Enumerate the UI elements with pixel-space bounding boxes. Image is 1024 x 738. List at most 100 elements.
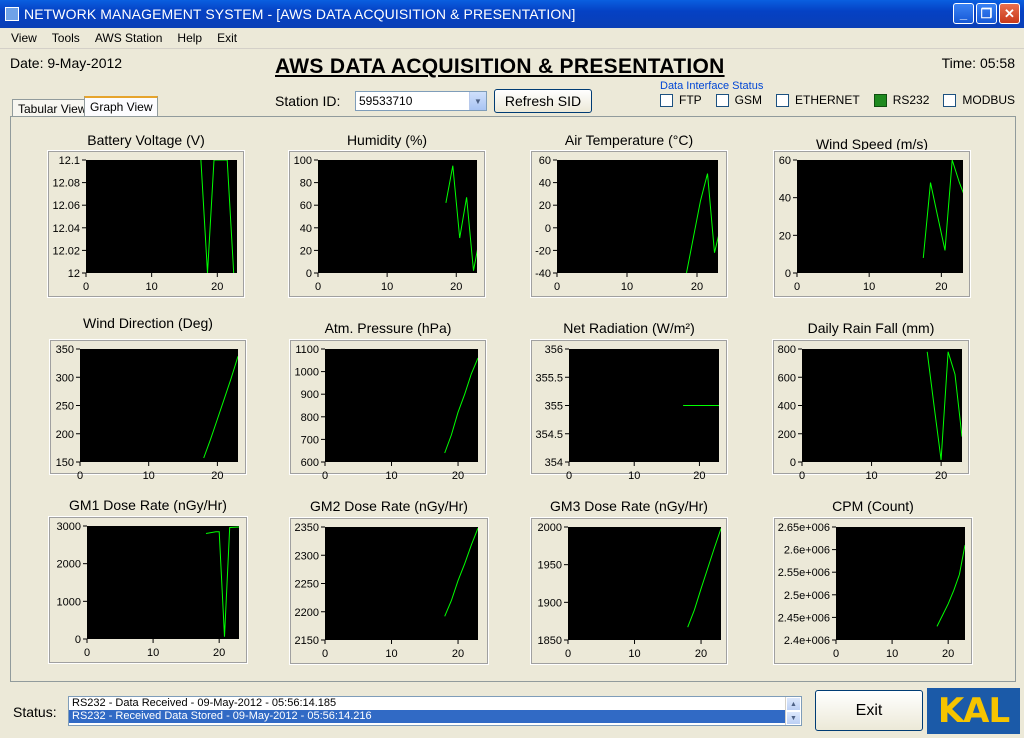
chart-0: Battery Voltage (V) 12.1 12.08 12.06 12.04 12…	[47, 128, 245, 298]
iface-modbus[interactable]: MODBUS	[943, 93, 1015, 107]
chart-3: Wind Speed (m/s) 60 40 20 0 0 10 20	[773, 132, 971, 298]
x-tick-label: 20	[452, 648, 464, 660]
y-tick-label: 2.45e+006	[778, 612, 830, 624]
x-tick-label: 0	[565, 648, 571, 660]
chart-plot: 350 300 250 200 1500 10 20	[49, 339, 247, 482]
app-icon	[5, 7, 19, 21]
x-tick-label: 10	[385, 648, 397, 660]
refresh-sid-button[interactable]: Refresh SID	[494, 89, 592, 113]
scroll-down-icon[interactable]: ▼	[786, 711, 801, 725]
y-tick-label: 354	[545, 457, 563, 469]
close-button[interactable]: ✕	[999, 3, 1020, 24]
y-tick-label: 600	[778, 372, 796, 384]
checkbox-ethernet[interactable]	[776, 93, 790, 107]
scroll-up-icon[interactable]: ▲	[786, 697, 801, 711]
menu-help[interactable]: Help	[169, 31, 209, 45]
x-tick-label: 10	[381, 281, 393, 293]
tab-tabular-view[interactable]: Tabular View	[12, 99, 93, 116]
chart-6: Net Radiation (W/m²) 356 355.5 355 354.5 354 0…	[530, 318, 728, 482]
plot-area	[568, 527, 721, 640]
y-tick-label: 2.65e+006	[778, 522, 830, 534]
chart-plot: 356 355.5 355 354.5 3540 10 20	[530, 339, 728, 482]
x-tick-label: 0	[84, 647, 90, 659]
chart-plot: 6040200-20-400 10 20	[530, 150, 728, 298]
date-label: Date: 9-May-2012	[10, 55, 123, 71]
y-tick-label: 100	[294, 155, 312, 167]
menu-tools[interactable]: Tools	[44, 31, 87, 45]
x-tick-label: 0	[566, 470, 572, 482]
chart-8: GM1 Dose Rate (nGy/Hr) 3000 2000 1000 0 0 10 20	[48, 495, 248, 664]
y-tick-label: 1850	[538, 635, 562, 647]
status-line-selected[interactable]: RS232 - Received Data Stored - 09-May-20…	[69, 710, 801, 723]
minimize-button[interactable]: _	[953, 3, 974, 24]
y-tick-label: 40	[779, 193, 791, 205]
chart-4: Wind Direction (Deg) 350 300 250 200 150 0 10 20	[49, 313, 247, 482]
restore-button[interactable]: ❐	[976, 3, 997, 24]
chart-1: Humidity (%) 100 80 60 40 20 0 0 10 20	[288, 128, 486, 298]
y-tick-label: 0	[545, 223, 551, 235]
y-tick-label: 900	[301, 389, 319, 401]
interface-status-group: FTP GSM ETHERNET RS232 MODBUS	[660, 93, 1024, 107]
iface-gsm[interactable]: GSM	[715, 93, 763, 107]
status-scrollbar[interactable]: ▲ ▼	[785, 697, 801, 725]
chart-plot: 2350 2300 2250 2200 21500 10 20	[289, 517, 489, 665]
x-tick-label: 10	[385, 470, 397, 482]
iface-gsm-label: GSM	[734, 93, 763, 107]
kal-logo: KAL	[927, 688, 1020, 734]
y-tick-label: 1000	[295, 367, 319, 379]
plot-area	[802, 349, 962, 462]
iface-ftp[interactable]: FTP	[660, 93, 702, 107]
y-tick-label: 2.6e+006	[784, 545, 830, 557]
interface-status-caption: Data Interface Status	[660, 80, 764, 92]
checkbox-rs232[interactable]	[873, 93, 887, 107]
chevron-down-icon[interactable]: ▼	[469, 92, 486, 110]
y-tick-label: 20	[300, 245, 312, 257]
checkbox-gsm[interactable]	[715, 93, 729, 107]
page-title: AWS DATA ACQUISITION & PRESENTATION	[275, 55, 725, 78]
x-tick-label: 20	[213, 647, 225, 659]
status-list[interactable]: RS232 - Data Received - 09-May-2012 - 05…	[68, 696, 802, 726]
y-tick-label: 800	[778, 344, 796, 356]
exit-button[interactable]: Exit	[815, 690, 923, 731]
iface-ethernet[interactable]: ETHERNET	[776, 93, 860, 107]
iface-modbus-label: MODBUS	[962, 93, 1016, 107]
y-tick-label: 2250	[295, 579, 319, 591]
x-tick-label: 0	[315, 281, 321, 293]
menu-exit[interactable]: Exit	[209, 31, 244, 45]
checkbox-modbus[interactable]	[943, 93, 957, 107]
x-tick-label: 10	[143, 470, 155, 482]
y-tick-label: 2000	[57, 559, 81, 571]
status-line[interactable]: RS232 - Data Received - 09-May-2012 - 05…	[69, 697, 801, 710]
y-tick-label: 12.1	[59, 155, 80, 167]
chart-plot: 3000 2000 1000 00 10 20	[48, 516, 248, 664]
x-tick-label: 20	[450, 281, 462, 293]
y-tick-label: 12	[68, 268, 80, 280]
y-tick-label: 600	[301, 457, 319, 469]
y-tick-label: 2150	[295, 635, 319, 647]
iface-ftp-label: FTP	[679, 93, 702, 107]
chart-7: Daily Rain Fall (mm) 800 600 400 200 0 0 10 20	[772, 318, 970, 482]
chart-5: Atm. Pressure (hPa) 1100 1000 900 800 700 600 0…	[289, 318, 487, 482]
menu-aws-station[interactable]: AWS Station	[87, 31, 170, 45]
x-tick-label: 0	[833, 648, 839, 660]
plot-area	[325, 527, 478, 640]
y-tick-label: 2.55e+006	[778, 567, 830, 579]
iface-rs232[interactable]: RS232	[873, 93, 929, 107]
y-tick-label: 400	[778, 401, 796, 413]
y-tick-label: 3000	[57, 521, 81, 533]
y-tick-label: -20	[535, 245, 551, 257]
y-tick-label: 60	[539, 155, 551, 167]
plot-area	[86, 160, 237, 273]
plot-area	[557, 160, 718, 273]
tab-graph-view[interactable]: Graph View	[84, 96, 159, 116]
y-tick-label: 60	[779, 155, 791, 167]
x-tick-label: 20	[935, 281, 947, 293]
checkbox-ftp[interactable]	[660, 93, 673, 107]
iface-ethernet-label: ETHERNET	[795, 93, 860, 107]
y-tick-label: 356	[545, 344, 563, 356]
station-id-select[interactable]: 59533710 ▼	[355, 91, 487, 111]
chart-plot: 1100 1000 900 800 700 6000 10 20	[289, 339, 487, 482]
x-tick-label: 0	[794, 281, 800, 293]
menu-view[interactable]: View	[0, 31, 44, 45]
plot-area	[80, 349, 238, 462]
